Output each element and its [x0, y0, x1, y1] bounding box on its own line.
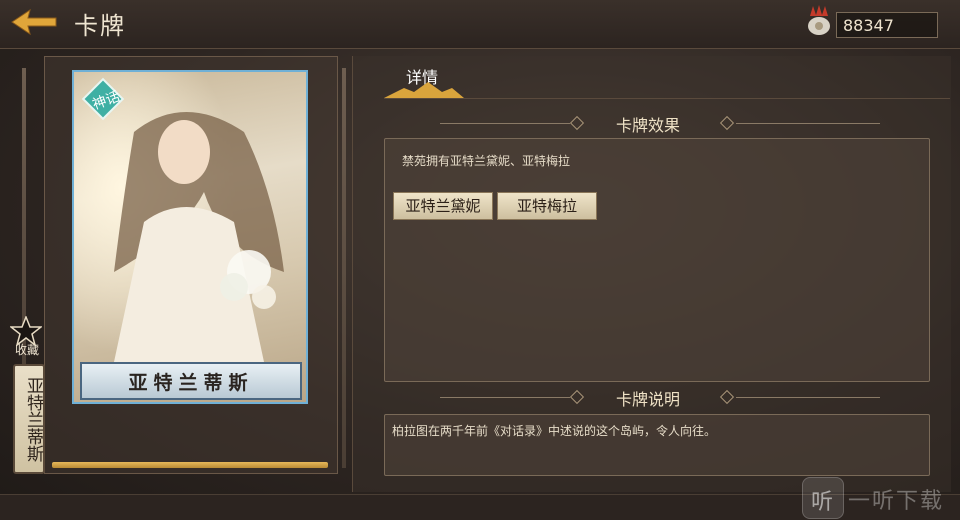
back-arrow-icon — [11, 8, 57, 36]
divider-rail — [342, 68, 346, 468]
currency-box: 88347 — [836, 12, 938, 38]
effect-section-header: 卡牌效果 — [440, 112, 880, 135]
back-button[interactable] — [8, 6, 60, 38]
currency-value: 88347 — [843, 16, 894, 35]
card-name: 亚特兰蒂斯 — [128, 372, 254, 394]
feather-crest-icon — [808, 5, 830, 35]
mountain-icon — [384, 82, 464, 98]
top-bar: 卡牌 88347 — [0, 0, 960, 49]
tab-details[interactable]: 详情 — [384, 58, 464, 98]
effect-heading: 卡牌效果 — [616, 116, 681, 135]
chip-atmeira[interactable]: 亚特梅拉 — [497, 192, 597, 220]
watermark-glyph: 听 — [811, 490, 834, 515]
collect-label[interactable]: 收藏 — [10, 341, 44, 358]
effect-text: 禁苑拥有亚特兰黛妮、亚特梅拉 — [402, 154, 571, 168]
card-name-tag: 亚特兰蒂斯 — [13, 364, 45, 474]
watermark-text: 一听下载 — [848, 489, 945, 514]
card-art[interactable]: 神话 亚特兰蒂斯 — [72, 70, 308, 404]
description-text: 柏拉图在两千年前《对话录》中述说的这个岛屿，令人向往。 — [392, 424, 717, 438]
card-name-plaque: 亚特兰蒂斯 — [80, 362, 302, 400]
effect-box — [384, 138, 930, 382]
tab-divider — [384, 98, 950, 99]
description-section-header: 卡牌说明 — [440, 386, 880, 409]
chip-atlandini[interactable]: 亚特兰黛妮 — [393, 192, 493, 220]
panel-underline — [52, 462, 328, 468]
myth-badge-icon: 神话 — [80, 76, 126, 122]
ting-logo-icon: 听 — [802, 477, 844, 519]
description-heading: 卡牌说明 — [616, 390, 681, 409]
page-title: 卡牌 — [74, 12, 126, 40]
